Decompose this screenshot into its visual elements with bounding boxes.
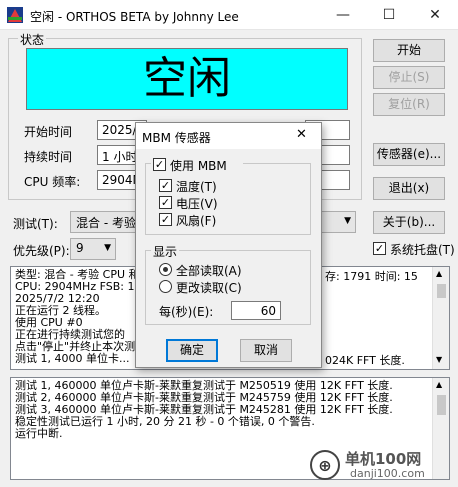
- watermark-logo-icon: ⊕: [310, 450, 340, 480]
- stop-button[interactable]: 停止(S): [373, 66, 445, 89]
- watermark-site: 单机100网: [345, 450, 422, 468]
- mbm-sensor-dialog: MBM 传感器 ✕ ✓ 使用 MBM ✓ 温度(T) ✓ 电压(V) ✓ 风扇(…: [135, 122, 322, 368]
- priority-select-value: 9: [76, 241, 84, 255]
- minimize-button[interactable]: —: [320, 0, 366, 30]
- scroll-thumb[interactable]: [437, 284, 446, 298]
- close-button[interactable]: ✕: [412, 0, 458, 30]
- log-top-scrollbar[interactable]: ▲ ▼: [432, 267, 449, 369]
- ok-button[interactable]: 确定: [166, 339, 218, 362]
- use-mbm-checkbox[interactable]: ✓: [153, 158, 166, 171]
- start-time-label: 开始时间: [24, 125, 73, 139]
- app-icon: [7, 7, 23, 23]
- dialog-title-bar: MBM 传感器 ✕: [136, 123, 321, 149]
- duration-label: 持续时间: [24, 150, 73, 164]
- watermark-url: danji100.com: [350, 467, 425, 480]
- voltage-label: 电压(V): [176, 197, 218, 211]
- interval-input[interactable]: 60: [231, 301, 281, 320]
- scroll-up-icon[interactable]: ▲: [436, 269, 442, 278]
- use-mbm-row[interactable]: ✓ 使用 MBM: [151, 156, 243, 173]
- chevron-down-icon: ▼: [344, 216, 351, 226]
- scroll-thumb[interactable]: [437, 395, 446, 415]
- dialog-title: MBM 传感器: [142, 131, 211, 145]
- systray-checkbox[interactable]: ✓: [373, 242, 386, 255]
- use-mbm-label: 使用 MBM: [170, 159, 227, 173]
- log-fft-text: 024K FFT 长度.: [325, 354, 405, 367]
- start-button[interactable]: 开始: [373, 39, 445, 62]
- status-display: 空闲: [26, 48, 348, 110]
- priority-select[interactable]: 9 ▼: [70, 238, 116, 260]
- scroll-up-icon[interactable]: ▲: [436, 380, 442, 389]
- systray-label: 系统托盘(T): [390, 243, 455, 257]
- voltage-checkbox[interactable]: ✓: [159, 196, 172, 209]
- reset-button[interactable]: 复位(R): [373, 93, 445, 116]
- priority-label: 优先级(P):: [13, 244, 70, 258]
- log-bottom-scrollbar[interactable]: ▲: [432, 378, 449, 479]
- read-changed-radio[interactable]: [159, 280, 172, 293]
- temp-checkbox[interactable]: ✓: [159, 179, 172, 192]
- sensor-button[interactable]: 传感器(e)...: [373, 143, 445, 166]
- fan-checkbox[interactable]: ✓: [159, 213, 172, 226]
- window-title: 空闲 - ORTHOS BETA by Johnny Lee: [30, 10, 239, 24]
- exit-button[interactable]: 退出(x): [373, 177, 445, 200]
- read-all-radio[interactable]: [159, 263, 172, 276]
- read-all-label: 全部读取(A): [176, 264, 242, 278]
- scroll-down-icon[interactable]: ▼: [436, 355, 442, 364]
- temp-label: 温度(T): [176, 180, 217, 194]
- fan-label: 风扇(F): [176, 214, 217, 228]
- chevron-down-icon: ▼: [104, 243, 111, 253]
- log-line: 运行中断.: [15, 427, 63, 440]
- maximize-button[interactable]: ☐: [366, 0, 412, 30]
- test-label: 测试(T):: [13, 217, 58, 231]
- dialog-close-icon[interactable]: ✕: [296, 127, 307, 142]
- interval-label: 每(秒)(E):: [159, 305, 214, 319]
- display-group-label: 显示: [151, 243, 180, 260]
- cancel-button[interactable]: 取消: [240, 339, 292, 362]
- cpu-freq-label: CPU 频率:: [24, 175, 81, 189]
- status-group-label: 状态: [18, 31, 47, 48]
- title-bar: 空闲 - ORTHOS BETA by Johnny Lee — ☐ ✕: [0, 0, 458, 30]
- log-memory-text: 存: 1791 时间: 15: [325, 270, 418, 283]
- test-select-value: 混合 - 考验: [76, 216, 136, 230]
- read-changed-label: 更改读取(C): [176, 281, 242, 295]
- log-line: 稳定性测试已运行 1 小时, 20 分 21 秒 - 0 个错误, 0 个警告.: [15, 415, 315, 428]
- about-button[interactable]: 关于(b)...: [373, 211, 445, 234]
